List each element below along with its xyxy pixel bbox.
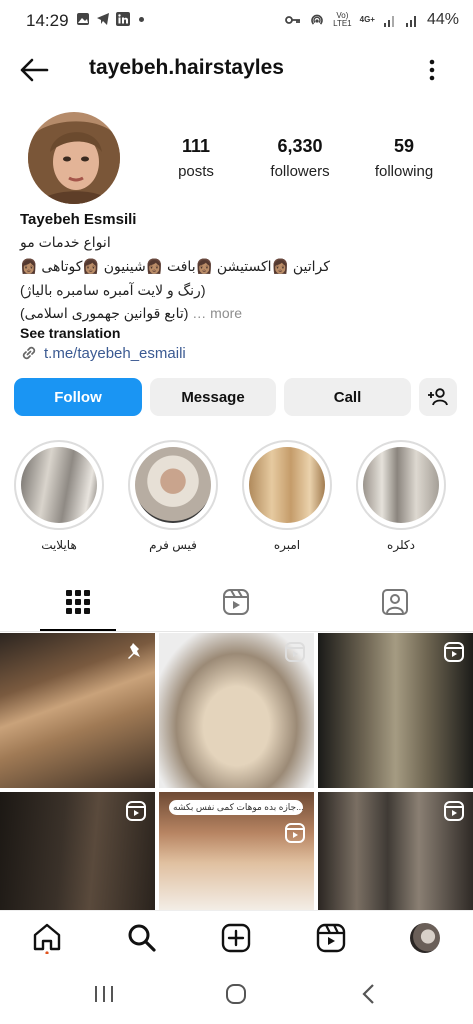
bio-line-3: (رنگ و لایت آمبره سامبره بالیاژ) — [20, 282, 206, 298]
back-button[interactable] — [18, 56, 50, 84]
post-caption-banner: جازه بده موهات کمی نفس بکشه... — [169, 800, 303, 815]
signal-icon — [383, 15, 394, 27]
status-right: Vo) LTE1 4G+ 44% — [285, 11, 459, 29]
nav-reels[interactable] — [315, 922, 347, 954]
nav-profile[interactable] — [409, 922, 441, 954]
bio-line-2: کراتین 👩🏽اکستیشن 👩🏽بافت 👩🏽شینیون 👩🏽کوتاه… — [20, 258, 330, 274]
nav-home[interactable] — [31, 922, 63, 954]
plus-square-icon — [221, 923, 251, 953]
bio-last-text: (تابع قوانین جهموری اسلامی) — [20, 305, 189, 321]
battery-level: 44% — [426, 11, 459, 28]
net-type-label: 4G+ — [359, 15, 375, 24]
highlight-ring — [128, 440, 218, 530]
add-person-icon — [428, 388, 448, 406]
highlight-item[interactable]: فیس فرم — [127, 440, 219, 552]
telegram-icon — [97, 13, 109, 25]
posts-label: posts — [178, 163, 214, 180]
highlight-label: دکلره — [387, 538, 415, 552]
message-button[interactable]: Message — [150, 378, 276, 416]
following-count[interactable]: 59 following — [349, 136, 459, 180]
see-translation-link[interactable]: See translation — [20, 325, 455, 341]
home-system-button[interactable] — [225, 983, 247, 1010]
followers-label: followers — [270, 163, 330, 180]
tagged-person-icon — [382, 589, 408, 615]
highlight-thumbnail — [135, 447, 211, 523]
followers-value: 6,330 — [277, 136, 323, 156]
highlight-thumbnail — [249, 447, 325, 523]
highlight-item[interactable]: هایلایت — [13, 440, 105, 552]
profile-username: tayebeh.hairstayles — [89, 56, 284, 79]
profile-link-text: t.me/tayebeh_esmaili — [44, 344, 186, 362]
link-icon — [22, 346, 36, 360]
volte-label: Vo) LTE1 — [333, 11, 352, 28]
follow-button[interactable]: Follow — [14, 378, 142, 416]
post-thumbnail[interactable] — [0, 633, 155, 788]
status-notification-icons — [76, 12, 144, 26]
reels-icon — [316, 923, 346, 953]
post-thumbnail[interactable] — [0, 792, 155, 910]
followers-count[interactable]: 6,330 followers — [245, 136, 355, 180]
following-label: following — [374, 163, 434, 180]
recent-apps-icon — [95, 986, 113, 1002]
highlight-ring — [356, 440, 446, 530]
pin-icon — [128, 643, 140, 659]
signal-2-icon — [405, 15, 416, 27]
back-system-button[interactable] — [360, 983, 378, 1010]
highlight-label: هایلایت — [41, 538, 77, 552]
reel-badge-icon — [444, 801, 464, 821]
highlight-item[interactable]: امبره — [241, 440, 333, 552]
tab-divider — [0, 631, 473, 632]
avatar-photo — [28, 112, 120, 204]
tab-tagged[interactable] — [377, 586, 413, 618]
profile-name: Tayebeh Esmsili — [20, 211, 137, 228]
key-icon — [285, 16, 301, 24]
options-button[interactable] — [420, 56, 444, 84]
circle-home-icon — [226, 984, 246, 1004]
reel-badge-icon — [126, 801, 146, 821]
recent-apps-button[interactable] — [93, 984, 115, 1009]
reel-badge-icon — [285, 823, 305, 843]
highlight-ring — [14, 440, 104, 530]
call-button[interactable]: Call — [284, 378, 411, 416]
status-time: 14:29 — [26, 11, 69, 30]
highlight-thumbnail — [21, 447, 97, 523]
home-icon — [33, 923, 61, 954]
bio-line-1: انواع خدمات مو — [20, 234, 111, 250]
nav-search[interactable] — [126, 922, 158, 954]
highlight-label: فیس فرم — [149, 538, 197, 552]
profile-link[interactable]: t.me/tayebeh_esmaili — [20, 344, 186, 362]
highlight-thumbnail — [363, 447, 439, 523]
search-icon — [128, 924, 156, 952]
posts-count[interactable]: 111 posts — [141, 136, 251, 180]
profile-avatar-small — [410, 923, 440, 953]
post-thumbnail[interactable] — [318, 792, 473, 910]
reel-badge-icon — [285, 642, 305, 662]
gallery-icon — [77, 13, 89, 25]
highlight-item[interactable]: دکلره — [355, 440, 447, 552]
hotspot-icon — [311, 14, 323, 25]
chevron-left-icon — [362, 984, 374, 1004]
post-thumbnail[interactable]: جازه بده موهات کمی نفس بکشه... — [159, 792, 314, 910]
nav-create[interactable] — [220, 922, 252, 954]
reels-icon — [223, 589, 249, 615]
reel-badge-icon — [444, 642, 464, 662]
notification-dot-icon — [139, 16, 144, 22]
bio-line-4: (تابع قوانین جهموری اسلامی) … more — [20, 305, 455, 322]
bio-more-link[interactable]: … more — [192, 305, 242, 321]
following-value: 59 — [393, 136, 415, 156]
suggest-people-button[interactable] — [419, 378, 457, 416]
arrow-left-icon — [20, 58, 49, 82]
highlight-label: امبره — [273, 538, 301, 552]
linkedin-icon — [116, 12, 130, 26]
profile-avatar[interactable] — [28, 112, 120, 204]
grid-icon — [66, 590, 90, 614]
more-vertical-icon — [429, 59, 435, 81]
posts-value: 111 — [181, 136, 211, 156]
tab-reels[interactable] — [218, 586, 254, 618]
post-thumbnail[interactable] — [159, 633, 314, 788]
highlight-ring — [242, 440, 332, 530]
post-thumbnail[interactable] — [318, 633, 473, 788]
tab-grid[interactable] — [60, 586, 96, 618]
